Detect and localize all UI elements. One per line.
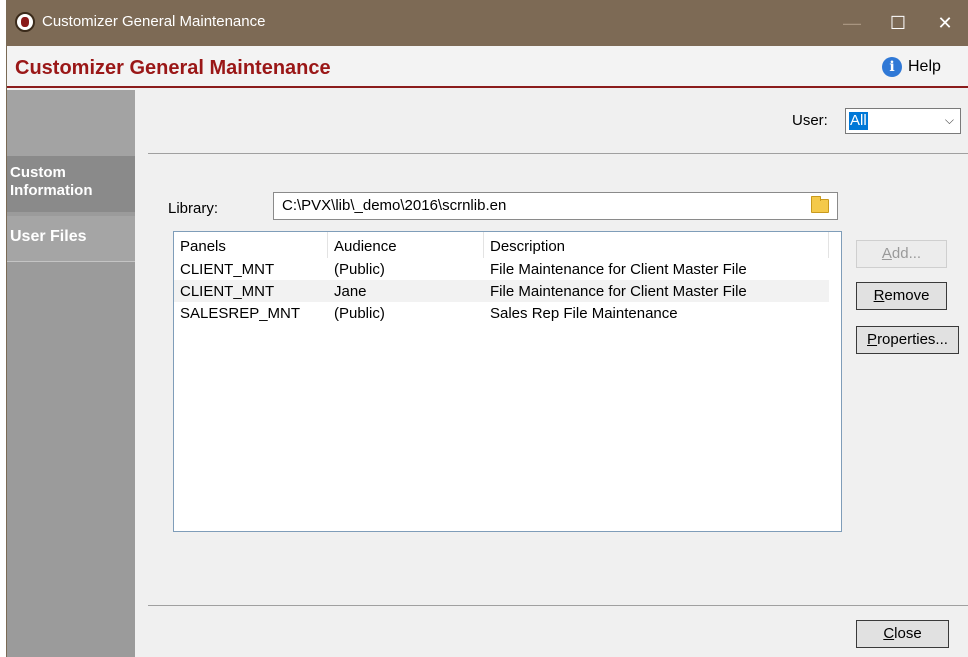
add-label: dd... (891, 245, 922, 262)
column-header-audience[interactable]: Audience (328, 232, 484, 258)
cell-audience: Jane (334, 283, 367, 300)
user-label: User: (792, 112, 828, 129)
cell-panel: CLIENT_MNT (180, 261, 275, 278)
app-logo-icon (15, 12, 35, 32)
properties-button[interactable]: Properties... (856, 326, 959, 354)
folder-browse-icon[interactable] (811, 196, 829, 213)
close-label: lose (894, 625, 922, 642)
list-row[interactable]: SALESREP_MNT (Public) Sales Rep File Mai… (174, 302, 829, 324)
cell-description: File Maintenance for Client Master File (490, 283, 747, 300)
sidebar-item-label: User Files (10, 228, 87, 245)
sidebar: Custom Information User Files (7, 90, 135, 657)
library-path-field[interactable]: C:\PVX\lib\_demo\2016\scrnlib.en (273, 192, 838, 220)
list-row-selected[interactable]: CLIENT_MNT Jane File Maintenance for Cli… (174, 280, 829, 302)
cell-description: Sales Rep File Maintenance (490, 305, 678, 322)
divider (148, 153, 968, 154)
info-icon: i (882, 57, 902, 77)
panels-list[interactable]: Panels Audience Description CLIENT_MNT (… (173, 231, 842, 532)
sidebar-item-label: Custom Information (10, 164, 93, 199)
list-row[interactable]: CLIENT_MNT (Public) File Maintenance for… (174, 258, 829, 280)
properties-label: roperties... (877, 331, 948, 348)
column-header-description[interactable]: Description (484, 232, 829, 258)
header-band: Customizer General Maintenance i Help (7, 46, 968, 88)
main-panel: User: All ⌵ Library: C:\PVX\lib\_demo\20… (136, 90, 968, 657)
library-path-value: C:\PVX\lib\_demo\2016\scrnlib.en (282, 197, 507, 214)
help-label: Help (908, 58, 941, 75)
remove-hotkey: R (873, 287, 885, 304)
divider (148, 605, 968, 606)
remove-label: emove (884, 287, 930, 304)
close-hotkey: C (883, 625, 895, 642)
maximize-button[interactable]: ☐ (875, 0, 921, 46)
cell-audience: (Public) (334, 305, 385, 322)
list-header: Panels Audience Description (174, 232, 829, 258)
cell-description: File Maintenance for Client Master File (490, 261, 747, 278)
properties-hotkey: P (867, 331, 878, 348)
add-button[interactable]: Add... (856, 240, 947, 268)
cell-panel: SALESREP_MNT (180, 305, 301, 322)
window-title: Customizer General Maintenance (42, 13, 266, 30)
help-button[interactable]: i Help (882, 54, 941, 80)
user-select-value: All (849, 112, 868, 130)
app-window: Customizer General Maintenance — ☐ ✕ Cus… (6, 0, 968, 657)
remove-button[interactable]: Remove (856, 282, 947, 310)
sidebar-item-user-files[interactable]: User Files (7, 216, 135, 262)
title-bar[interactable]: Customizer General Maintenance — ☐ ✕ (7, 0, 968, 46)
page-title: Customizer General Maintenance (15, 57, 331, 79)
sidebar-item-custom-information[interactable]: Custom Information (7, 156, 135, 212)
minimize-button[interactable]: — (829, 0, 875, 46)
add-hotkey: A (881, 245, 892, 262)
library-label: Library: (168, 200, 219, 217)
cell-panel: CLIENT_MNT (180, 283, 275, 300)
chevron-down-icon: ⌵ (944, 113, 954, 127)
close-button[interactable]: Close (856, 620, 949, 648)
cell-audience: (Public) (334, 261, 385, 278)
column-header-panels[interactable]: Panels (174, 232, 328, 258)
user-select[interactable]: All ⌵ (845, 108, 961, 134)
close-window-button[interactable]: ✕ (922, 0, 968, 46)
sidebar-spacer (7, 90, 135, 156)
